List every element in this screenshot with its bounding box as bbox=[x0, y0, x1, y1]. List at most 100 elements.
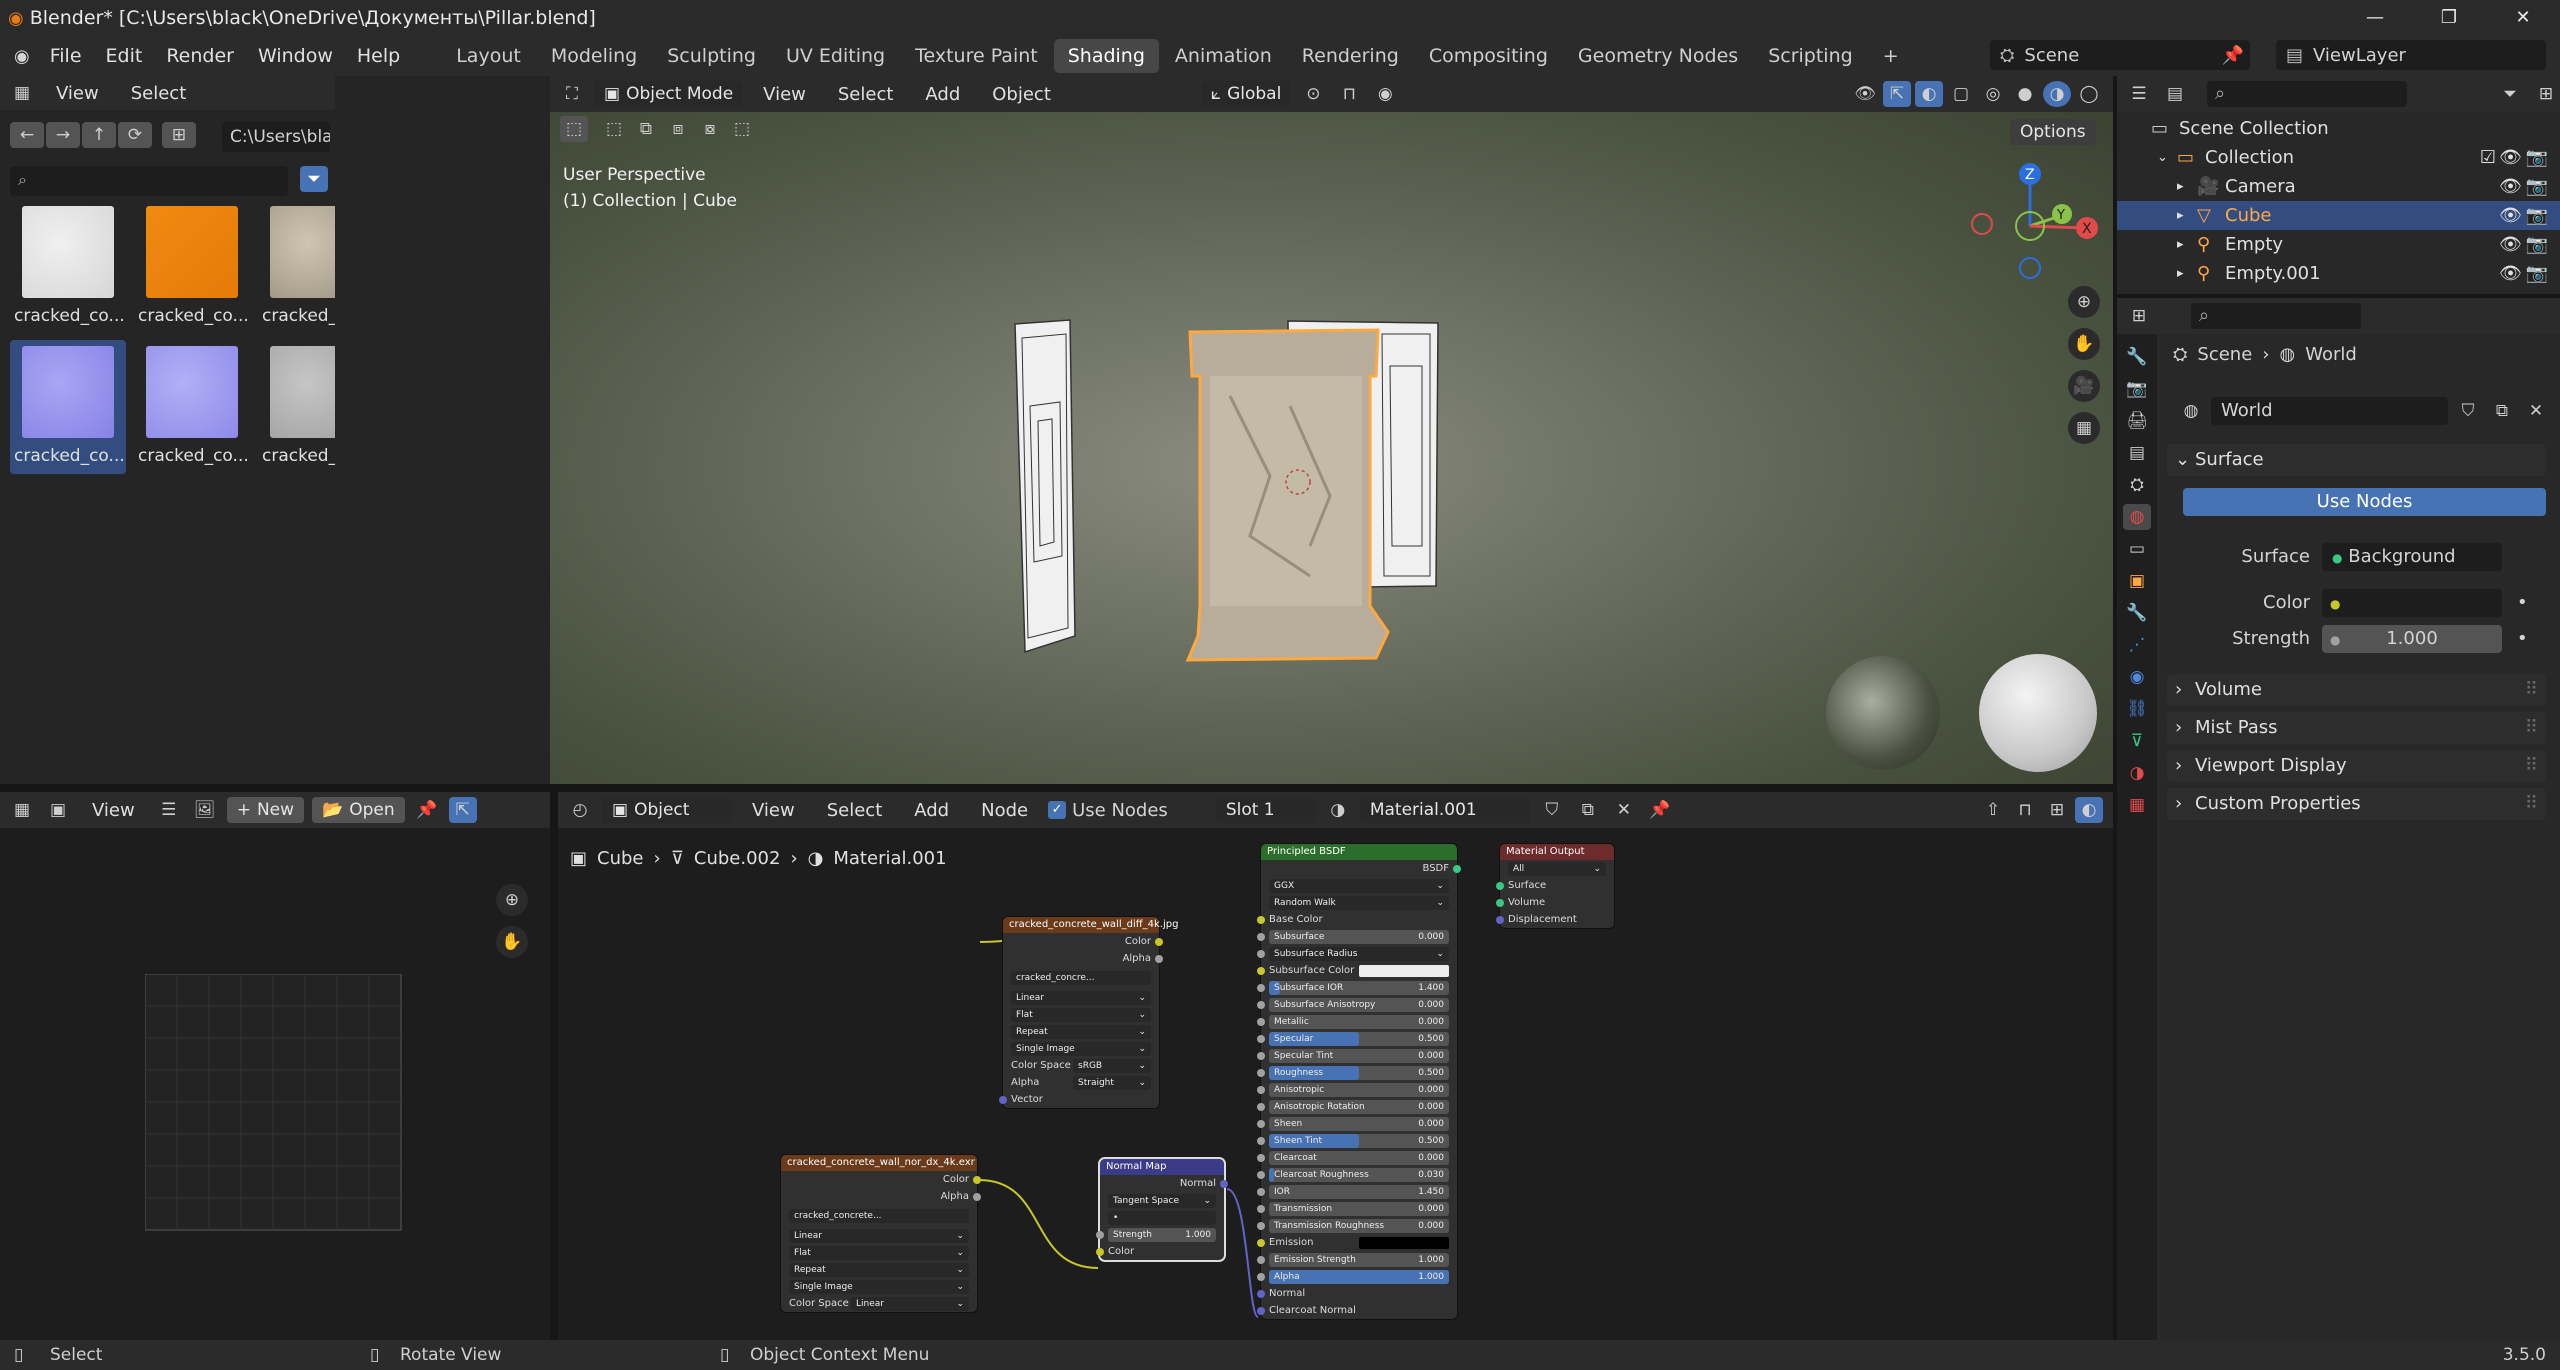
panel-collapsed[interactable]: › Viewport Display ⠿ bbox=[2167, 750, 2546, 782]
bsdf-input-row[interactable]: Clearcoat Roughness 0.030 bbox=[1257, 1166, 1457, 1183]
value-field[interactable]: Anisotropic Rotation 0.000 bbox=[1269, 1100, 1449, 1114]
bsdf-input-row[interactable]: Sheen 0.000 bbox=[1257, 1115, 1457, 1132]
bsdf-input-row[interactable]: Normal bbox=[1257, 1285, 1457, 1302]
forward-icon[interactable]: → bbox=[46, 122, 80, 148]
menu-help[interactable]: Help bbox=[345, 45, 412, 67]
tab-scripting[interactable]: Scripting bbox=[1754, 39, 1867, 73]
strength-field[interactable]: ● 1.000 bbox=[2322, 625, 2502, 653]
drag-handle-icon[interactable]: ⠿ bbox=[2525, 750, 2538, 782]
view-layer-tab-icon[interactable]: ▤ bbox=[2123, 440, 2151, 466]
camera-view-icon[interactable]: 🎥 bbox=[2068, 370, 2100, 402]
tab-layout[interactable]: Layout bbox=[442, 39, 535, 73]
bsdf-input-row[interactable]: Anisotropic Rotation 0.000 bbox=[1257, 1098, 1457, 1115]
color-space-row[interactable]: Color Space sRGB ⌄ bbox=[1003, 1057, 1159, 1074]
gizmo-toggle-icon[interactable]: ⇱ bbox=[448, 797, 477, 823]
pillar-cube-selected[interactable] bbox=[1185, 328, 1390, 662]
value-field[interactable]: Sheen 0.000 bbox=[1269, 1117, 1449, 1131]
editor-type-icon[interactable]: ▦ bbox=[8, 80, 36, 106]
pillar-left[interactable] bbox=[1014, 319, 1076, 654]
world-browse-icon[interactable]: ◍ bbox=[2177, 398, 2205, 424]
image-browse-icon[interactable]: 🖼 bbox=[191, 797, 219, 823]
fb-menu-select[interactable]: Select bbox=[119, 83, 199, 104]
new-collection-icon[interactable]: ⊞ bbox=[2532, 81, 2560, 107]
physics-tab-icon[interactable]: ◉ bbox=[2123, 664, 2151, 690]
bsdf-input-row[interactable]: Subsurface Anisotropy 0.000 bbox=[1257, 996, 1457, 1013]
bsdf-input-row[interactable]: Roughness 0.500 bbox=[1257, 1064, 1457, 1081]
outliner-item[interactable]: ▸ ⚲ Empty 👁 📷 bbox=[2117, 230, 2560, 259]
menu-edit[interactable]: Edit bbox=[94, 45, 155, 67]
outliner-item[interactable]: ⌄ ▭ Collection ☑ 👁 📷 bbox=[2117, 143, 2560, 172]
camera-render-icon[interactable]: 📷 bbox=[2526, 230, 2548, 259]
bsdf-input-row[interactable]: Transmission Roughness 0.000 bbox=[1257, 1217, 1457, 1234]
tab-texture-paint[interactable]: Texture Paint bbox=[901, 39, 1052, 73]
expand-arrow-icon[interactable]: ▸ bbox=[2177, 201, 2184, 230]
menu-render[interactable]: Render bbox=[154, 45, 246, 67]
color-swatch[interactable] bbox=[1359, 1237, 1449, 1249]
projection-dropdown[interactable]: Flat ⌄ bbox=[1003, 1006, 1159, 1023]
add-workspace-icon[interactable]: + bbox=[1869, 39, 1913, 73]
tab-shading[interactable]: Shading bbox=[1053, 39, 1159, 73]
value-field[interactable]: Subsurface 0.000 bbox=[1269, 930, 1449, 944]
node-material-output[interactable]: Material Output All ⌄ Surface Volume Disp… bbox=[1496, 844, 1614, 928]
subsurface-method-dropdown[interactable]: Random Walk ⌄ bbox=[1261, 894, 1457, 911]
drag-handle-icon[interactable]: ⠿ bbox=[2525, 788, 2538, 820]
camera-render-icon[interactable]: 📷 bbox=[2526, 143, 2548, 172]
menu-window[interactable]: Window bbox=[246, 45, 345, 67]
new-image-button[interactable]: + New bbox=[226, 797, 305, 823]
bsdf-input-row[interactable]: Subsurface Color bbox=[1257, 962, 1457, 979]
value-field[interactable]: Specular Tint 0.000 bbox=[1269, 1049, 1449, 1063]
panel-collapsed[interactable]: › Volume ⠿ bbox=[2167, 674, 2546, 706]
file-thumbnail[interactable]: cracked_co... bbox=[134, 200, 250, 334]
file-thumbnail[interactable]: cracked_co... bbox=[258, 340, 335, 474]
value-field[interactable]: Alpha 1.000 bbox=[1269, 1270, 1449, 1284]
eye-icon[interactable]: 👁 bbox=[2499, 259, 2522, 288]
color-field[interactable]: ● bbox=[2322, 589, 2502, 617]
value-field[interactable]: Clearcoat 0.000 bbox=[1269, 1151, 1449, 1165]
output-tab-icon[interactable]: 🖨 bbox=[2123, 408, 2151, 434]
node-image-texture-diffuse[interactable]: cracked_concrete_wall_diff_4k.jpg Color … bbox=[999, 917, 1178, 1108]
shader-editor[interactable]: ◴ ▣ Object View Select Add Node ✓ Use Nod… bbox=[558, 792, 2113, 1340]
menu-file[interactable]: File bbox=[38, 45, 94, 67]
keyframe-dot-icon[interactable]: • bbox=[2517, 586, 2528, 620]
surface-shader-field[interactable]: ● Background bbox=[2322, 543, 2502, 571]
parent-dir-icon[interactable]: ↑ bbox=[82, 122, 116, 148]
bsdf-input-row[interactable]: Sheen Tint 0.500 bbox=[1257, 1132, 1457, 1149]
outliner-item[interactable]: ▸ 🎥 Camera 👁 📷 bbox=[2117, 172, 2560, 201]
render-tab-icon[interactable]: 📷 bbox=[2123, 376, 2151, 402]
open-image-button[interactable]: 📂 Open bbox=[312, 797, 405, 823]
pin-icon[interactable]: 📌 bbox=[413, 797, 441, 823]
pin-icon[interactable]: 📌 bbox=[2222, 45, 2250, 66]
source-dropdown[interactable]: Single Image ⌄ bbox=[781, 1278, 977, 1295]
expand-arrow-icon[interactable]: ⌄ bbox=[2157, 143, 2168, 172]
use-nodes-button[interactable]: Use Nodes bbox=[2183, 488, 2546, 516]
eye-icon[interactable]: 👁 bbox=[2499, 172, 2522, 201]
extension-dropdown[interactable]: Repeat ⌄ bbox=[1003, 1023, 1159, 1040]
value-field[interactable]: Emission Strength 1.000 bbox=[1269, 1253, 1449, 1267]
path-text[interactable]: C:\Users\black\D...concrete\textures\ bbox=[222, 122, 330, 152]
tab-compositing[interactable]: Compositing bbox=[1415, 39, 1562, 73]
data-tab-icon[interactable]: ⊽ bbox=[2123, 728, 2151, 754]
value-field[interactable]: Roughness 0.500 bbox=[1269, 1066, 1449, 1080]
3d-viewport[interactable]: ⛶ ▣ Object Mode View Select Add Object ⟀… bbox=[550, 76, 2113, 784]
keyframe-dot-icon[interactable]: • bbox=[2517, 622, 2528, 656]
interpolation-dropdown[interactable]: Linear ⌄ bbox=[1003, 989, 1159, 1006]
bsdf-input-row[interactable]: Specular Tint 0.000 bbox=[1257, 1047, 1457, 1064]
bsdf-input-row[interactable]: Emission Strength 1.000 bbox=[1257, 1251, 1457, 1268]
bsdf-input-row[interactable]: Alpha 1.000 bbox=[1257, 1268, 1457, 1285]
display-mode-icon[interactable]: ▤ bbox=[2161, 81, 2189, 107]
strength-field[interactable]: Strength 1.000 bbox=[1096, 1226, 1224, 1243]
outliner-item[interactable]: ▸ ▽ Cube 👁 📷 bbox=[2117, 201, 2560, 230]
file-thumbnail[interactable]: cracked_co... bbox=[134, 340, 250, 474]
checkbox-icon[interactable]: ☑ bbox=[2480, 143, 2496, 172]
file-thumbnail[interactable]: cracked_co... bbox=[10, 340, 126, 474]
viewlayer-selector[interactable]: ▤ ViewLayer bbox=[2276, 40, 2546, 70]
bsdf-input-row[interactable]: Transmission 0.000 bbox=[1257, 1200, 1457, 1217]
color-space-row[interactable]: Color Space Linear ⌄ bbox=[781, 1295, 977, 1312]
eye-icon[interactable]: 👁 bbox=[2499, 230, 2522, 259]
hamburger-icon[interactable]: ☰ bbox=[155, 797, 183, 823]
drag-handle-icon[interactable]: ⠿ bbox=[2525, 712, 2538, 744]
filter-icon[interactable]: ⏷ bbox=[2496, 81, 2524, 107]
back-icon[interactable]: ← bbox=[10, 122, 44, 148]
bsdf-input-row[interactable]: Subsurface 0.000 bbox=[1257, 928, 1457, 945]
tab-animation[interactable]: Animation bbox=[1161, 39, 1286, 73]
